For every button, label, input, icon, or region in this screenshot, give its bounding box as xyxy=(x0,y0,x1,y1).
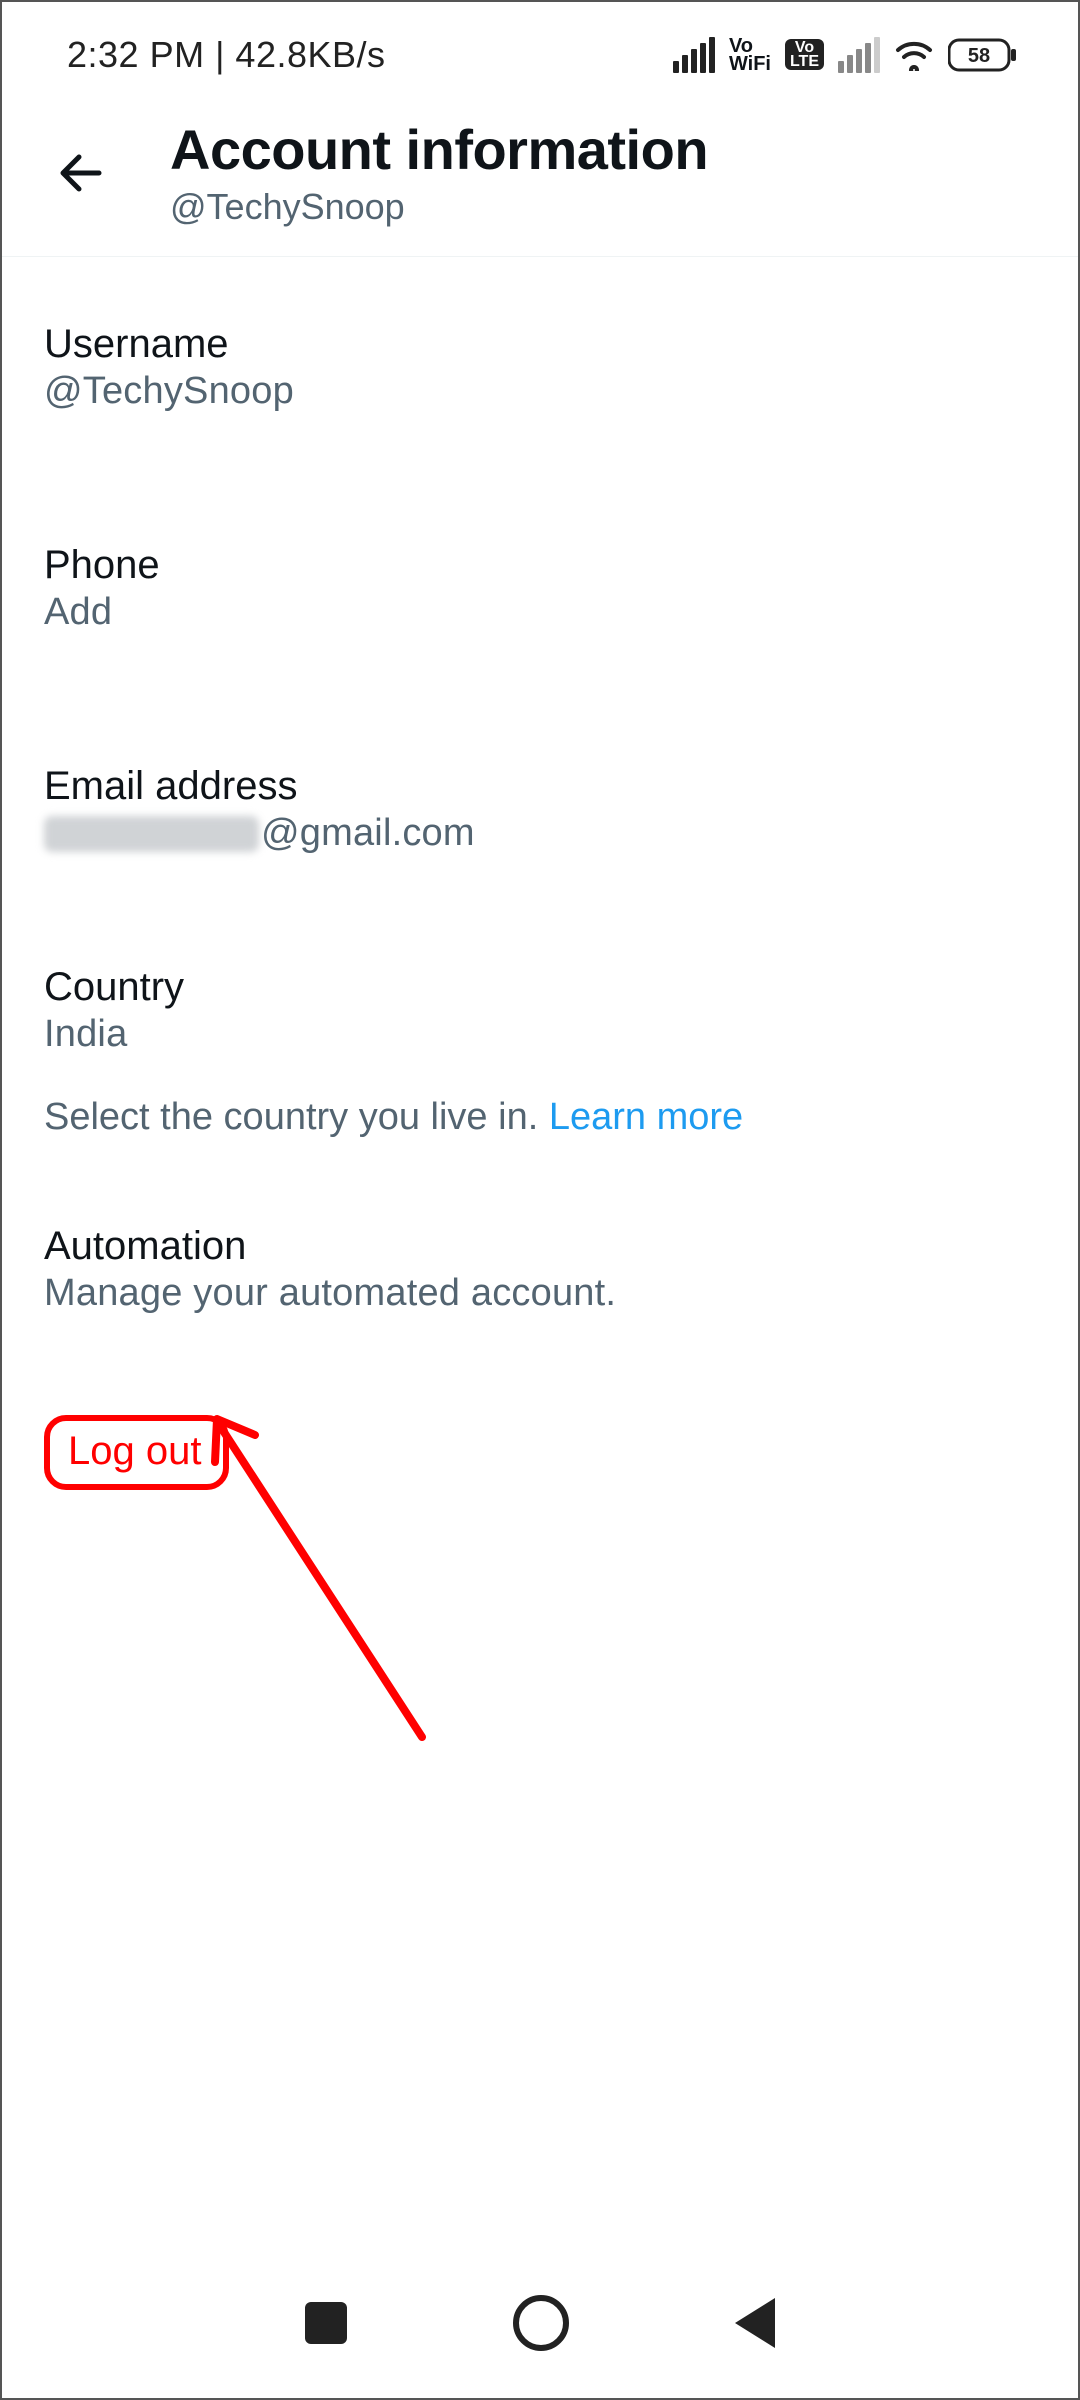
status-icons: VoWiFi VoLTE 58 xyxy=(673,37,1018,73)
item-value: India xyxy=(44,1013,1036,1056)
item-description: Select the country you live in. Learn mo… xyxy=(44,1096,1036,1139)
home-button[interactable] xyxy=(513,2295,569,2351)
item-phone[interactable]: Phone Add xyxy=(44,413,1036,634)
battery-icon: 58 xyxy=(948,37,1018,73)
item-country[interactable]: Country India Select the country you liv… xyxy=(44,855,1036,1139)
svg-text:58: 58 xyxy=(968,45,990,67)
item-label: Phone xyxy=(44,543,1036,588)
redacted-email-local xyxy=(44,816,259,852)
recent-apps-button[interactable] xyxy=(305,2302,347,2344)
status-time: 2:32 PM | 42.8KB/s xyxy=(67,34,386,76)
item-automation[interactable]: Automation Manage your automated account… xyxy=(44,1139,1036,1315)
vowifi-icon: VoWiFi xyxy=(729,37,771,73)
page-subtitle: @TechySnoop xyxy=(170,186,708,228)
page-title: Account information xyxy=(170,117,708,182)
arrow-left-icon xyxy=(55,146,109,200)
back-button[interactable] xyxy=(42,146,122,200)
item-email[interactable]: Email address @gmail.com xyxy=(44,634,1036,855)
signal-strength-icon xyxy=(673,37,715,73)
settings-list: Username @TechySnoop Phone Add Email add… xyxy=(2,257,1078,1490)
item-label: Country xyxy=(44,965,1036,1010)
item-label: Email address xyxy=(44,764,1036,809)
signal-strength-icon-2 xyxy=(838,37,880,73)
system-nav-bar xyxy=(2,2268,1078,2398)
wifi-icon xyxy=(894,39,934,71)
status-bar: 2:32 PM | 42.8KB/s VoWiFi VoLTE 58 xyxy=(2,2,1078,107)
item-label: Username xyxy=(44,322,1036,367)
item-username[interactable]: Username @TechySnoop xyxy=(44,257,1036,413)
item-value: @TechySnoop xyxy=(44,370,1036,413)
learn-more-link[interactable]: Learn more xyxy=(549,1096,743,1138)
volte-icon: VoLTE xyxy=(785,39,824,70)
item-value: @gmail.com xyxy=(44,812,1036,855)
email-domain: @gmail.com xyxy=(261,812,475,855)
item-label: Automation xyxy=(44,1224,1036,1269)
back-nav-button[interactable] xyxy=(735,2298,775,2348)
item-value: Add xyxy=(44,591,1036,634)
logout-button[interactable]: Log out xyxy=(44,1415,229,1490)
page-header: Account information @TechySnoop xyxy=(2,107,1078,257)
item-value: Manage your automated account. xyxy=(44,1272,1036,1315)
